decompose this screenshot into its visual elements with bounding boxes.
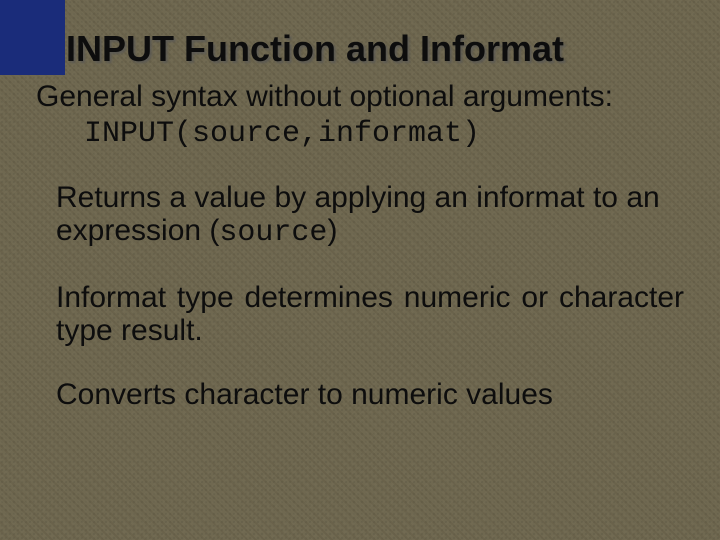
corner-accent (0, 0, 65, 75)
paragraph-converts: Converts character to numeric values (56, 378, 684, 412)
slide-title: INPUT Function and Informat (66, 28, 684, 70)
text-run: Returns a value by applying an informat … (56, 181, 660, 248)
body-block: Returns a value by applying an informat … (56, 181, 684, 412)
code-source: source (219, 216, 327, 250)
slide: INPUT Function and Informat General synt… (0, 0, 720, 540)
paragraph-returns: Returns a value by applying an informat … (56, 181, 684, 251)
paragraph-informat-type: Informat type determines numeric or char… (56, 281, 684, 348)
syntax-intro: General syntax without optional argument… (36, 80, 684, 115)
syntax-code: INPUT(source,informat) (84, 117, 684, 151)
text-run: ) (327, 214, 337, 247)
